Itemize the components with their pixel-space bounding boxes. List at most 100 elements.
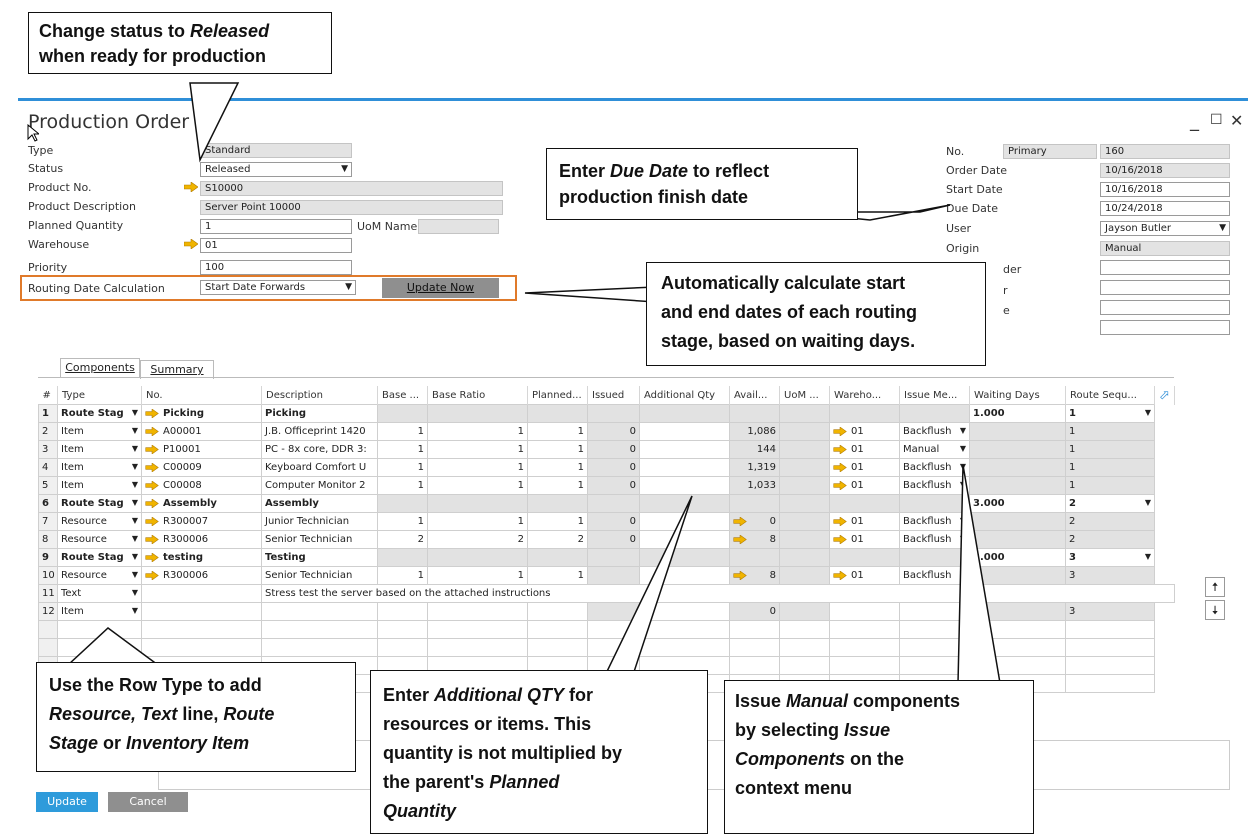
chevron-down-icon[interactable]: ▼: [1145, 498, 1151, 507]
description-cell[interactable]: PC - 8x core, DDR 3:: [261, 440, 378, 459]
table-row[interactable]: 1 Route Stag ▼ Picking Picking 1.000 1 ▼: [38, 404, 1175, 423]
link-arrow-icon[interactable]: [733, 516, 747, 526]
planned-cell[interactable]: [527, 494, 588, 513]
route-sequence-cell[interactable]: 3: [1065, 566, 1155, 585]
column-header[interactable]: Description: [261, 386, 378, 405]
planned-cell[interactable]: 1: [527, 476, 588, 495]
chevron-down-icon[interactable]: ▼: [960, 426, 966, 435]
route-sequence-cell[interactable]: 3 ▼: [1065, 548, 1155, 567]
row-type-cell[interactable]: Item ▼: [57, 602, 142, 621]
additional-qty-cell[interactable]: [639, 602, 730, 621]
link-arrow-icon[interactable]: [184, 182, 198, 192]
type-field[interactable]: Standard: [200, 143, 352, 158]
additional-qty-cell[interactable]: [639, 422, 730, 441]
warehouse-cell[interactable]: [829, 548, 900, 567]
warehouse-cell[interactable]: 01: [829, 566, 900, 585]
priority-field[interactable]: 100: [200, 260, 352, 275]
routing-date-calc-dropdown[interactable]: Start Date Forwards ▼: [200, 280, 356, 295]
row-type-cell[interactable]: Route Stag ▼: [57, 548, 142, 567]
link-arrow-icon[interactable]: [145, 552, 159, 562]
route-sequence-cell[interactable]: 2 ▼: [1065, 494, 1155, 513]
issue-method-cell[interactable]: [899, 494, 970, 513]
chevron-down-icon[interactable]: ▼: [960, 444, 966, 453]
column-header[interactable]: Planned...: [527, 386, 588, 405]
issue-method-cell[interactable]: Backflush ▼: [899, 566, 970, 585]
no-cell[interactable]: Assembly: [141, 494, 262, 513]
series-dropdown[interactable]: Primary: [1003, 144, 1097, 159]
waiting-days-cell[interactable]: 2.000: [969, 548, 1066, 567]
chevron-down-icon[interactable]: ▼: [132, 444, 138, 453]
route-sequence-cell[interactable]: 2: [1065, 512, 1155, 531]
description-cell[interactable]: Picking: [261, 404, 378, 423]
link-arrow-icon[interactable]: [833, 570, 847, 580]
description-cell[interactable]: Senior Technician: [261, 566, 378, 585]
planned-cell[interactable]: 1: [527, 566, 588, 585]
description-cell[interactable]: Assembly: [261, 494, 378, 513]
no-cell[interactable]: R300006: [141, 530, 262, 549]
row-type-cell[interactable]: Resource ▼: [57, 530, 142, 549]
no-cell[interactable]: P10001: [141, 440, 262, 459]
column-header[interactable]: Waiting Days: [969, 386, 1066, 405]
column-header[interactable]: No.: [141, 386, 262, 405]
link-arrow-icon[interactable]: [833, 516, 847, 526]
chevron-down-icon[interactable]: ▼: [132, 552, 138, 561]
link-arrow-icon[interactable]: [833, 534, 847, 544]
warehouse-cell[interactable]: 01: [829, 530, 900, 549]
planned-cell[interactable]: 1: [527, 512, 588, 531]
link-arrow-icon[interactable]: [833, 444, 847, 454]
row-type-cell[interactable]: Item ▼: [57, 476, 142, 495]
extra-field-1[interactable]: [1100, 260, 1230, 275]
no-cell[interactable]: Picking: [141, 404, 262, 423]
waiting-days-cell[interactable]: [969, 440, 1066, 459]
link-arrow-icon[interactable]: [145, 408, 159, 418]
warehouse-cell[interactable]: 01: [829, 440, 900, 459]
route-sequence-cell[interactable]: 1: [1065, 422, 1155, 441]
no-cell[interactable]: C00009: [141, 458, 262, 477]
waiting-days-cell[interactable]: [969, 566, 1066, 585]
link-arrow-icon[interactable]: [833, 480, 847, 490]
table-row[interactable]: 10 Resource ▼ R300006 Senior Technician 1 1 1 8 0…: [38, 566, 1175, 585]
description-cell[interactable]: J.B. Officeprint 1420: [261, 422, 378, 441]
table-row[interactable]: 5 Item ▼ C00008 Computer Monitor 2 1 1 1 0 1,033 0…: [38, 476, 1175, 495]
link-arrow-icon[interactable]: [145, 516, 159, 526]
extra-field-3[interactable]: [1100, 300, 1230, 315]
cancel-button[interactable]: Cancel: [108, 792, 188, 812]
chevron-down-icon[interactable]: ▼: [132, 606, 138, 615]
chevron-down-icon[interactable]: ▼: [960, 570, 966, 579]
column-header[interactable]: Base Ratio: [427, 386, 528, 405]
issue-method-cell[interactable]: Backflush ▼: [899, 512, 970, 531]
no-cell[interactable]: R300006: [141, 566, 262, 585]
column-header[interactable]: Issued: [587, 386, 640, 405]
table-row[interactable]: 9 Route Stag ▼ testing Testing 2.000 3 ▼: [38, 548, 1175, 567]
description-cell[interactable]: Junior Technician: [261, 512, 378, 531]
column-header[interactable]: Wareho...: [829, 386, 900, 405]
base-qty-cell[interactable]: 1: [377, 440, 428, 459]
table-row[interactable]: 8 Resource ▼ R300006 Senior Technician 2 2 2 0 8 0…: [38, 530, 1175, 549]
planned-cell[interactable]: 2: [527, 530, 588, 549]
table-row[interactable]: 7 Resource ▼ R300007 Junior Technician 1 1 1 0 0 0…: [38, 512, 1175, 531]
no-cell[interactable]: A00001: [141, 422, 262, 441]
additional-qty-cell[interactable]: [639, 440, 730, 459]
additional-qty-cell[interactable]: [639, 458, 730, 477]
due-date-field[interactable]: 10/24/2018: [1100, 201, 1230, 216]
additional-qty-cell[interactable]: [639, 548, 730, 567]
row-type-cell[interactable]: Route Stag ▼: [57, 494, 142, 513]
link-arrow-icon[interactable]: [184, 239, 198, 249]
maximize-icon[interactable]: ☐: [1210, 112, 1223, 128]
waiting-days-cell[interactable]: [969, 422, 1066, 441]
base-ratio-cell[interactable]: 1: [427, 566, 528, 585]
chevron-down-icon[interactable]: ▼: [960, 516, 966, 525]
chevron-down-icon[interactable]: ▼: [132, 534, 138, 543]
base-qty-cell[interactable]: 1: [377, 566, 428, 585]
tab-components[interactable]: Components: [60, 358, 140, 377]
expand-icon[interactable]: ⬀: [1154, 386, 1175, 405]
description-cell[interactable]: Senior Technician: [261, 530, 378, 549]
warehouse-cell[interactable]: [829, 404, 900, 423]
chevron-down-icon[interactable]: ▼: [132, 408, 138, 417]
description-cell[interactable]: [261, 602, 378, 621]
base-qty-cell[interactable]: 1: [377, 422, 428, 441]
table-row[interactable]: 4 Item ▼ C00009 Keyboard Comfort U 1 1 1 0 1,319 0…: [38, 458, 1175, 477]
link-arrow-icon[interactable]: [833, 462, 847, 472]
product-no-field[interactable]: S10000: [200, 181, 503, 196]
update-now-button[interactable]: Update Now: [382, 278, 499, 298]
